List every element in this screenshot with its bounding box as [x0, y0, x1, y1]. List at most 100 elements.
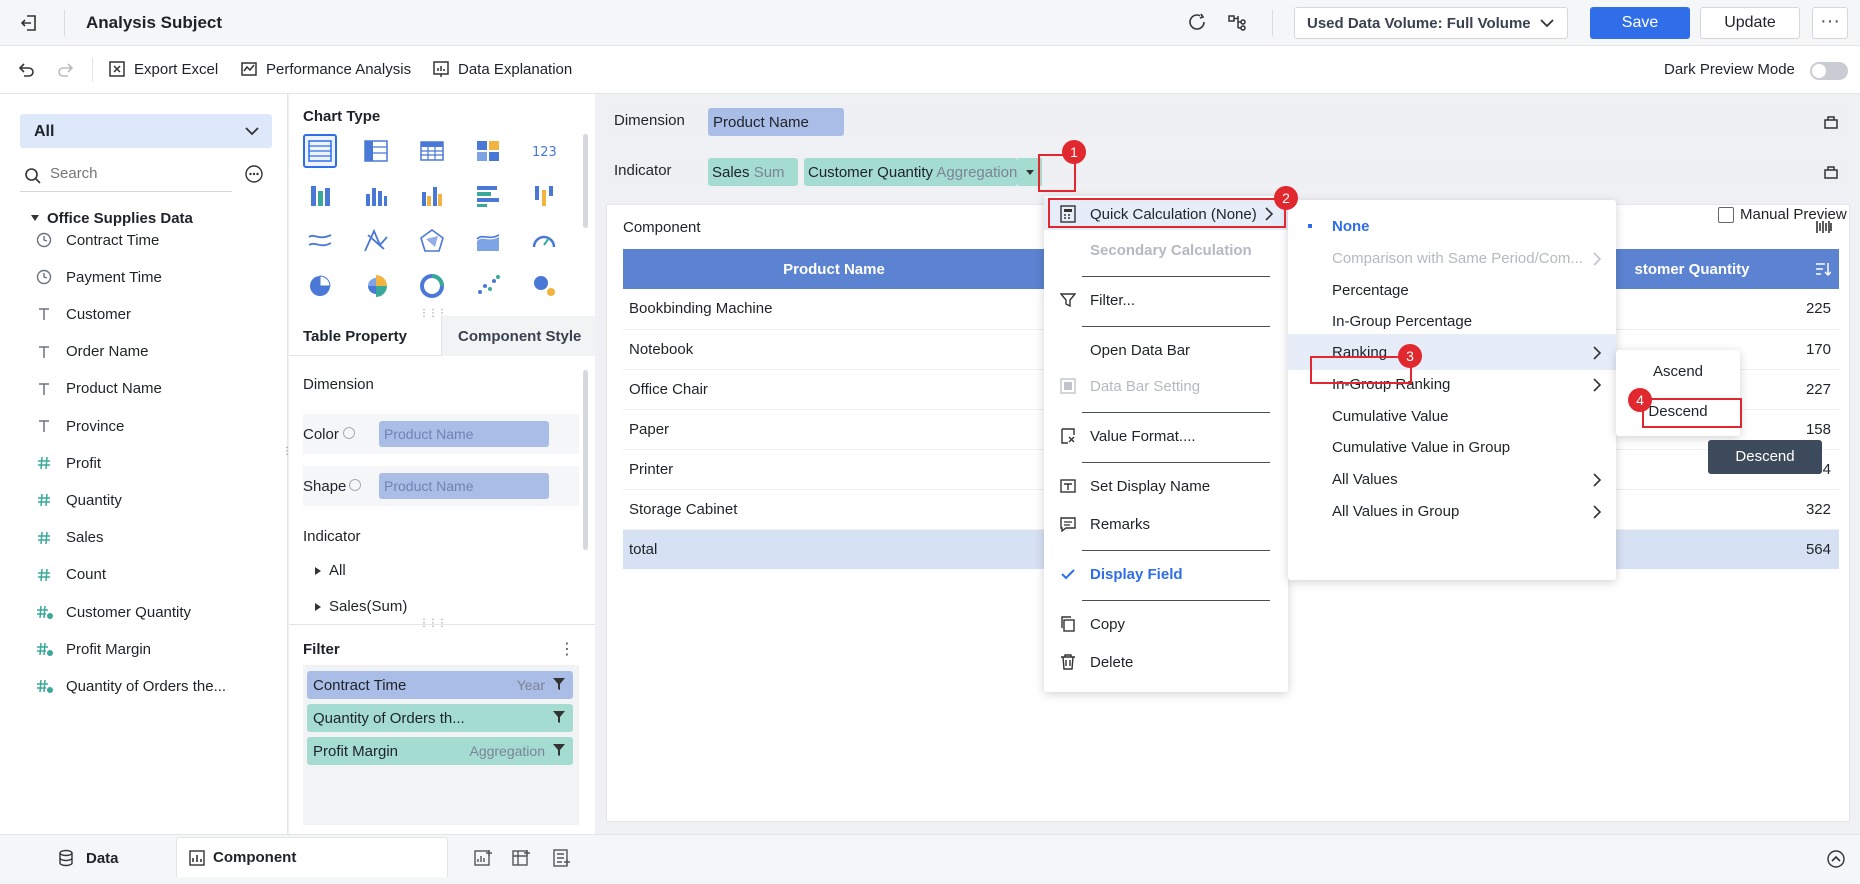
pin-icon[interactable] [1822, 162, 1840, 180]
dimension-pill[interactable]: Product Name [708, 108, 844, 136]
refresh-icon[interactable] [1186, 11, 1208, 33]
dataset-node[interactable]: Office Supplies Data [31, 210, 193, 227]
scrollbar[interactable] [583, 370, 588, 550]
sort-icon[interactable] [1815, 261, 1831, 277]
field-item[interactable]: Profit [36, 451, 101, 475]
indicator-sales-node[interactable]: Sales(Sum) [315, 598, 407, 615]
crosstab-icon[interactable] [415, 134, 449, 168]
scrollbar[interactable] [583, 134, 588, 228]
update-button[interactable]: Update [1700, 7, 1800, 39]
submenu-item[interactable]: None [1288, 208, 1616, 244]
bar-chart-icon[interactable] [471, 179, 505, 213]
exit-icon[interactable] [18, 12, 40, 34]
menu-item-open-data-bar[interactable]: Open Data Bar [1044, 334, 1288, 366]
grouped-column-icon[interactable] [415, 179, 449, 213]
number-card-icon[interactable]: 123 [527, 134, 561, 168]
data-volume-select[interactable]: Used Data Volume: Full Volume [1294, 7, 1568, 39]
radar-chart-icon[interactable] [415, 224, 449, 258]
field-search[interactable] [20, 158, 232, 192]
dataset-name: Office Supplies Data [47, 210, 193, 227]
donut-chart-icon[interactable] [415, 269, 449, 303]
menu-item-display-field[interactable]: Display Field [1044, 558, 1288, 590]
checkbox[interactable] [1718, 206, 1734, 223]
field-item[interactable]: Order Name [36, 340, 149, 364]
column-chart-icon[interactable] [359, 179, 393, 213]
search-input[interactable] [50, 165, 220, 182]
menu-item-ascend[interactable]: Ascend [1616, 354, 1740, 390]
filter-icon[interactable] [553, 743, 565, 757]
menu-item-delete[interactable]: Delete [1044, 646, 1288, 678]
tab-component-style[interactable]: Component Style [441, 316, 595, 356]
menu-item-value-format[interactable]: Value Format.... [1044, 420, 1288, 452]
save-button[interactable]: Save [1590, 7, 1690, 39]
collapse-up-icon[interactable] [1826, 849, 1846, 869]
bubble-chart-icon[interactable] [527, 269, 561, 303]
lineage-icon[interactable] [1226, 11, 1248, 33]
field-item[interactable]: Product Name [36, 377, 162, 401]
rose-chart-icon[interactable] [359, 269, 393, 303]
submenu-item[interactable]: Cumulative Value in Group [1288, 429, 1616, 465]
field-item[interactable]: Customer Quantity [36, 600, 191, 624]
submenu-item[interactable]: All Values [1288, 461, 1616, 497]
table-chart-icon[interactable] [303, 134, 337, 168]
customer-quantity-indicator-pill[interactable]: Customer Quantity Aggregation [804, 158, 1018, 186]
add-table-icon[interactable] [512, 849, 532, 867]
stacked-bar-icon[interactable] [303, 179, 337, 213]
check-icon [1058, 567, 1078, 581]
performance-analysis-button[interactable]: Performance Analysis [240, 60, 411, 78]
export-excel-button[interactable]: Export Excel [108, 60, 218, 78]
color-field-slot[interactable]: Product Name [379, 421, 549, 447]
pin-icon[interactable] [1822, 112, 1840, 130]
menu-item-set-display-name[interactable]: Set Display Name [1044, 470, 1288, 502]
column-header-product-name[interactable]: Product Name [623, 249, 1045, 289]
field-item[interactable]: Payment Time [36, 265, 162, 289]
custom-line-icon[interactable] [359, 224, 393, 258]
sales-indicator-pill[interactable]: Sales Sum [708, 158, 798, 186]
menu-item-remarks[interactable]: Remarks [1044, 508, 1288, 540]
more-options-icon[interactable] [244, 164, 264, 184]
menu-item-copy[interactable]: Copy [1044, 608, 1288, 640]
add-report-icon[interactable] [552, 849, 572, 867]
manual-preview-checkbox[interactable]: Manual Preview [1718, 206, 1847, 223]
more-vertical-icon[interactable]: ⋮ [559, 639, 575, 659]
add-chart-icon[interactable] [474, 849, 494, 867]
filter-item[interactable]: Quantity of Orders th... [307, 704, 573, 732]
settings-icon[interactable] [343, 427, 355, 439]
tab-table-property[interactable]: Table Property [303, 328, 407, 345]
submenu-item-label: None [1332, 217, 1370, 235]
filter-item[interactable]: Profit Margin Aggregation [307, 737, 573, 765]
field-item[interactable]: Profit Margin [36, 637, 151, 661]
tab-data[interactable]: Data [58, 849, 119, 867]
indicator-all-node[interactable]: All [315, 562, 346, 579]
dark-preview-toggle[interactable] [1810, 62, 1848, 80]
field-item[interactable]: Sales [36, 526, 104, 550]
submenu-item[interactable]: All Values in Group [1288, 493, 1616, 529]
shape-field-slot[interactable]: Product Name [379, 473, 549, 499]
redo-icon[interactable] [56, 60, 76, 80]
settings-icon[interactable] [349, 479, 361, 491]
field-item[interactable]: Count [36, 563, 106, 587]
field-item[interactable]: Province [36, 414, 124, 438]
range-column-icon[interactable] [527, 179, 561, 213]
filter-icon[interactable] [553, 710, 565, 724]
tab-component[interactable]: Component [176, 837, 448, 877]
gauge-chart-icon[interactable] [527, 224, 561, 258]
field-item[interactable]: Quantity of Orders the... [36, 674, 226, 698]
divider [92, 58, 93, 82]
field-item[interactable]: Contract Time [36, 228, 159, 252]
field-scope-select[interactable]: All [20, 114, 272, 148]
filter-item[interactable]: Contract Time Year [307, 671, 573, 699]
grouped-table-icon[interactable] [359, 134, 393, 168]
line-chart-icon[interactable] [303, 224, 337, 258]
data-explanation-button[interactable]: Data Explanation [432, 60, 572, 78]
scatter-chart-icon[interactable] [471, 269, 505, 303]
pie-chart-icon[interactable] [303, 269, 337, 303]
more-button[interactable]: ··· [1812, 7, 1848, 39]
filter-icon[interactable] [553, 677, 565, 691]
menu-item-filter[interactable]: Filter... [1044, 284, 1288, 316]
undo-icon[interactable] [16, 60, 36, 80]
field-item[interactable]: Quantity [36, 488, 122, 512]
field-item[interactable]: Customer [36, 302, 131, 326]
multi-series-icon[interactable] [471, 134, 505, 168]
area-chart-icon[interactable] [471, 224, 505, 258]
